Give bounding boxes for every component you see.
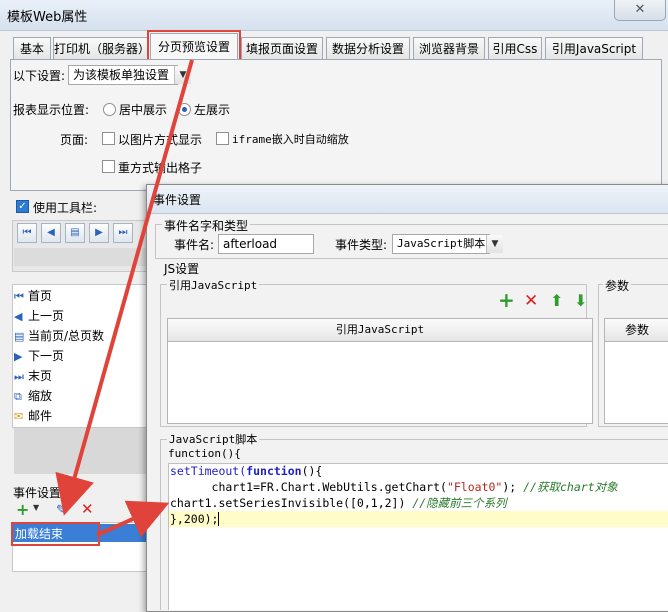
annotation-arrow-tab (55, 59, 194, 516)
annotation-arrow-event (96, 500, 170, 538)
annotation-arrows (55, 59, 194, 538)
